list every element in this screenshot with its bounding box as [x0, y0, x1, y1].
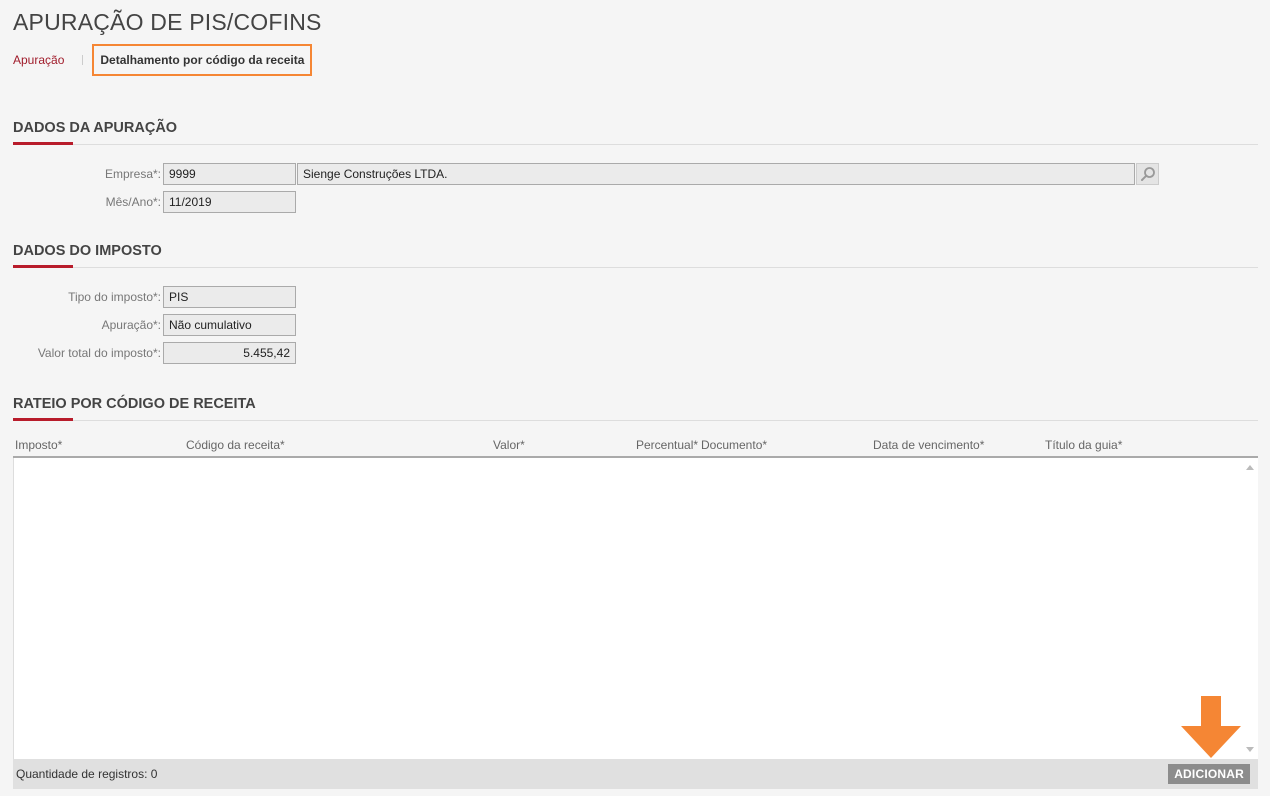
empresa-row: Empresa*: 9999 Sienge Construções LTDA. — [10, 163, 1159, 185]
column-header-imposto[interactable]: Imposto* — [15, 438, 62, 452]
arrow-down-icon — [1181, 696, 1241, 758]
section-title: RATEIO POR CÓDIGO DE RECEITA — [13, 396, 256, 412]
column-header-data-vencimento[interactable]: Data de vencimento* — [873, 438, 984, 452]
section-title: DADOS DO IMPOSTO — [13, 243, 162, 259]
valor-total-row: Valor total do imposto*: 5.455,42 — [10, 342, 296, 364]
tab-separator — [82, 55, 84, 65]
empresa-code-field[interactable]: 9999 — [163, 163, 296, 185]
mes-ano-row: Mês/Ano*: 11/2019 — [10, 191, 296, 213]
column-header-titulo-guia[interactable]: Título da guia* — [1045, 438, 1122, 452]
scroll-down-icon[interactable] — [1246, 747, 1254, 752]
tab-bar: Apuração Detalhamento por código da rece… — [13, 44, 313, 76]
grid-header: Imposto* Código da receita* Valor* Perce… — [13, 432, 1258, 458]
tab-apuracao[interactable]: Apuração — [13, 53, 64, 67]
tipo-imposto-field[interactable]: PIS — [163, 286, 296, 308]
column-header-codigo-receita[interactable]: Código da receita* — [186, 438, 285, 452]
tab-detalhamento[interactable]: Detalhamento por código da receita — [92, 44, 313, 76]
section-dados-apuracao: DADOS DA APURAÇÃO — [13, 120, 1258, 145]
section-title: DADOS DA APURAÇÃO — [13, 120, 178, 136]
column-header-percentual[interactable]: Percentual* — [636, 438, 698, 452]
empresa-label: Empresa*: — [104, 167, 161, 181]
section-divider — [13, 265, 1258, 268]
search-icon — [1140, 167, 1155, 181]
page-title: APURAÇÃO DE PIS/COFINS — [13, 9, 322, 35]
column-header-valor[interactable]: Valor* — [493, 438, 525, 452]
section-dados-imposto: DADOS DO IMPOSTO — [13, 243, 1258, 268]
section-accent — [13, 265, 73, 268]
section-accent — [13, 142, 73, 145]
mes-ano-label: Mês/Ano*: — [105, 195, 161, 209]
section-divider — [13, 142, 1258, 145]
empresa-name-field[interactable]: Sienge Construções LTDA. — [297, 163, 1135, 185]
section-accent — [13, 418, 73, 421]
grid-body — [13, 458, 1258, 759]
tipo-imposto-label: Tipo do imposto*: — [68, 290, 161, 304]
valor-total-label: Valor total do imposto*: — [37, 346, 161, 360]
apuracao-label: Apuração*: — [101, 318, 161, 332]
tipo-imposto-row: Tipo do imposto*: PIS — [10, 286, 296, 308]
apuracao-row: Apuração*: Não cumulativo — [10, 314, 296, 336]
apuracao-field[interactable]: Não cumulativo — [163, 314, 296, 336]
mes-ano-field[interactable]: 11/2019 — [163, 191, 296, 213]
valor-total-field[interactable]: 5.455,42 — [163, 342, 296, 364]
record-count: Quantidade de registros: 0 — [16, 767, 158, 781]
column-header-documento[interactable]: Documento* — [701, 438, 767, 452]
section-rateio: RATEIO POR CÓDIGO DE RECEITA — [13, 396, 1258, 421]
scroll-up-icon[interactable] — [1246, 465, 1254, 470]
add-button[interactable]: ADICIONAR — [1168, 764, 1250, 784]
section-divider — [13, 418, 1258, 421]
empresa-lookup-button[interactable] — [1136, 163, 1159, 185]
grid-footer: Quantidade de registros: 0 ADICIONAR — [13, 759, 1258, 789]
grid-scrollbar[interactable] — [1243, 458, 1258, 759]
